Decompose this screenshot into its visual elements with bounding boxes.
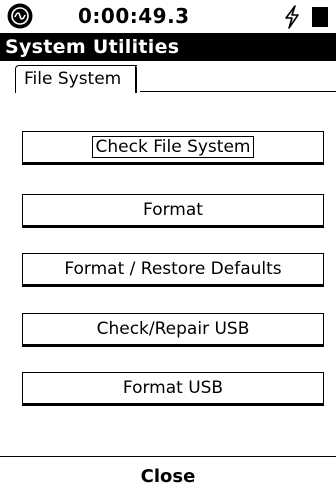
system-utilities-screen: 0:00:49.3 System Utilities File System C… [0, 0, 336, 498]
close-button[interactable]: Close [0, 457, 336, 498]
tab-baseline [140, 91, 336, 92]
battery-icon [312, 7, 328, 27]
lightning-bolt-icon [285, 5, 299, 29]
check-file-system-button[interactable]: Check File System [22, 131, 324, 165]
button-label: Format [143, 200, 203, 220]
window-title: System Utilities [5, 36, 180, 58]
device-status-icon [7, 3, 33, 29]
tab-strip: File System [0, 61, 336, 93]
tab-file-system[interactable]: File System [15, 65, 138, 93]
button-label: Format USB [122, 378, 224, 398]
title-bar: System Utilities [0, 33, 336, 61]
format-usb-button[interactable]: Format USB [22, 372, 324, 406]
elapsed-time: 0:00:49.3 [78, 4, 190, 28]
button-label: Check File System [91, 136, 255, 158]
status-bar: 0:00:49.3 [0, 0, 336, 32]
format-restore-defaults-button[interactable]: Format / Restore Defaults [22, 253, 324, 287]
button-label: Format / Restore Defaults [64, 259, 282, 279]
format-button[interactable]: Format [22, 194, 324, 228]
check-repair-usb-button[interactable]: Check/Repair USB [22, 313, 324, 347]
button-label: Check/Repair USB [96, 319, 250, 339]
tab-label: File System [24, 69, 122, 89]
